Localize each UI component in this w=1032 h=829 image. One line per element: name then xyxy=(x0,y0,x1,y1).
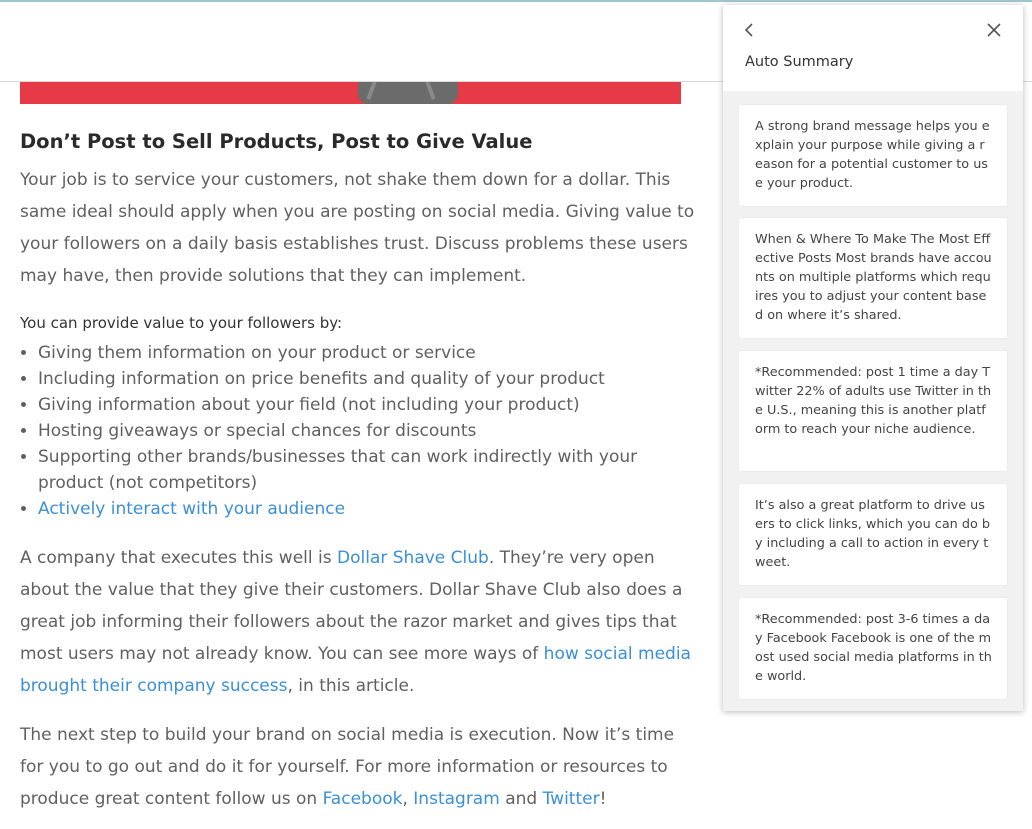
list-item: Including information on price benefits … xyxy=(38,366,700,392)
interact-audience-link[interactable]: Actively interact with your audience xyxy=(38,499,345,519)
auto-summary-panel: Auto Summary A strong brand message help… xyxy=(723,5,1023,711)
panel-header: Auto Summary xyxy=(723,5,1023,91)
paragraph-next-step: The next step to build your brand on soc… xyxy=(20,719,700,815)
separator-text: ! xyxy=(599,789,607,809)
panel-title: Auto Summary xyxy=(745,54,854,70)
summary-card[interactable]: A strong brand message helps you explain… xyxy=(739,105,1007,206)
section-heading: Don’t Post to Sell Products, Post to Giv… xyxy=(20,130,533,153)
summary-card[interactable]: *Recommended: post 3-6 times a day Faceb… xyxy=(739,598,1007,699)
hero-person-image xyxy=(358,82,458,104)
article-body: Don’t Post to Sell Products, Post to Giv… xyxy=(20,128,700,815)
summary-text: A strong brand message helps you explain… xyxy=(755,119,990,191)
paragraph-text: A company that executes this well is xyxy=(20,548,337,568)
summary-card[interactable]: It’s also a great platform to drive user… xyxy=(739,484,1007,585)
list-item: Hosting giveaways or special chances for… xyxy=(38,418,700,444)
list-intro: You can provide value to your followers … xyxy=(20,314,343,332)
separator-text: and xyxy=(499,789,543,809)
paragraph-text: , in this article. xyxy=(287,676,415,696)
close-button[interactable] xyxy=(982,18,1006,42)
list-item: Supporting other brands/businesses that … xyxy=(38,444,700,496)
paragraph-value: Your job is to service your customers, n… xyxy=(20,170,695,286)
close-icon xyxy=(987,23,1001,37)
separator-text: , xyxy=(402,789,414,809)
value-list: Giving them information on your product … xyxy=(20,340,700,522)
dollar-shave-club-link[interactable]: Dollar Shave Club xyxy=(337,548,489,568)
back-button[interactable] xyxy=(738,18,762,42)
summary-text: It’s also a great platform to drive user… xyxy=(755,498,991,570)
summary-text: *Recommended: post 1 time a day Twitter … xyxy=(755,365,992,437)
list-item: Giving them information on your product … xyxy=(38,340,700,366)
twitter-link[interactable]: Twitter xyxy=(543,789,600,809)
summary-text: When & Where To Make The Most Effective … xyxy=(755,232,992,323)
list-item: Giving information about your field (not… xyxy=(38,392,700,418)
chevron-left-icon xyxy=(744,23,753,37)
paragraph-dollar-shave-club: A company that executes this well is Dol… xyxy=(20,542,700,702)
hero-image xyxy=(20,82,681,104)
summary-card[interactable]: When & Where To Make The Most Effective … xyxy=(739,218,1007,338)
facebook-link[interactable]: Facebook xyxy=(323,789,403,809)
instagram-link[interactable]: Instagram xyxy=(413,789,500,809)
summary-card[interactable]: *Recommended: post 1 time a day Twitter … xyxy=(739,351,1007,471)
list-item-link: Actively interact with your audience xyxy=(38,496,700,522)
summary-text: *Recommended: post 3-6 times a day Faceb… xyxy=(755,612,992,684)
